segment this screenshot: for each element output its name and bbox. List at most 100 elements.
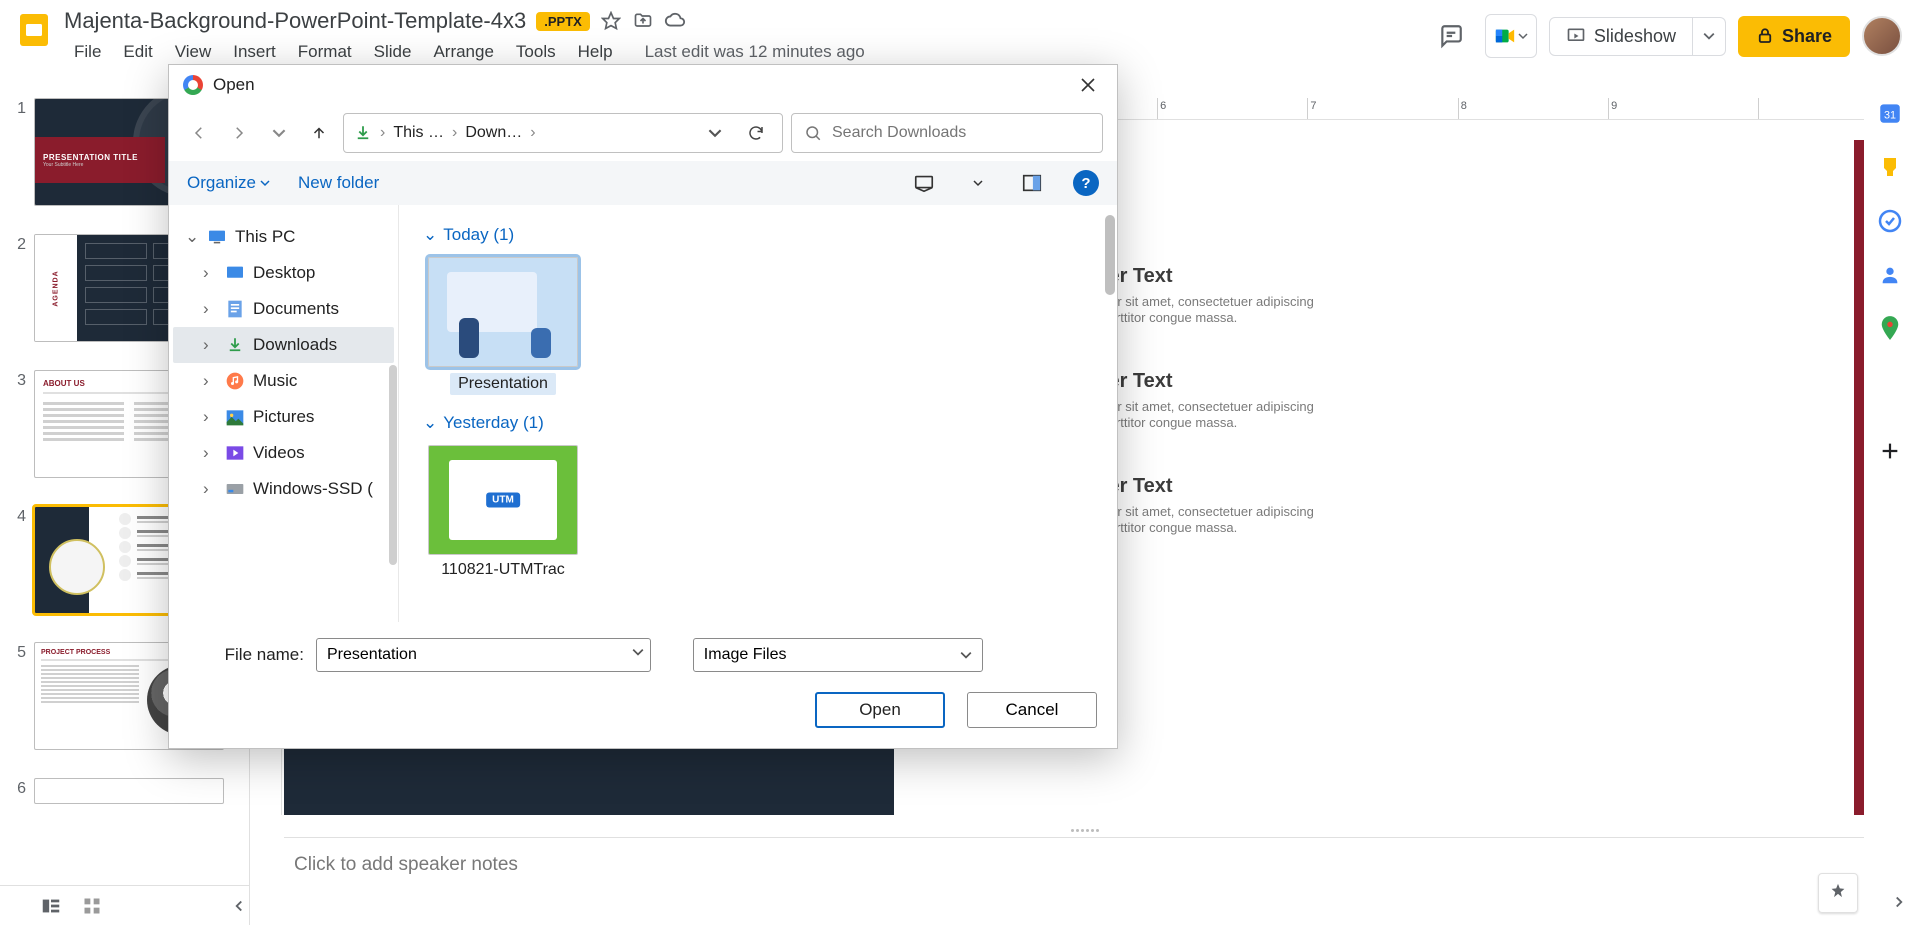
chevron-right-icon[interactable]: › (203, 335, 217, 355)
thumb-number: 5 (10, 642, 34, 662)
slideshow-dropdown-icon[interactable] (1693, 17, 1726, 56)
chevron-right-icon[interactable]: › (203, 299, 217, 319)
download-indicator-icon (354, 124, 372, 142)
pictures-icon (225, 407, 245, 427)
file-name-field[interactable] (327, 639, 618, 671)
maps-icon[interactable] (1877, 316, 1903, 342)
nav-forward-icon[interactable] (223, 117, 255, 149)
pc-icon (207, 227, 227, 247)
menu-file[interactable]: File (64, 38, 111, 66)
view-mode-icon[interactable] (911, 170, 937, 196)
tree-documents[interactable]: › Documents (173, 291, 394, 327)
file-item-presentation[interactable]: Presentation (423, 257, 583, 395)
nav-up-icon[interactable] (303, 117, 335, 149)
tree-downloads[interactable]: › Downloads (173, 327, 394, 363)
slideshow-button[interactable]: Slideshow (1549, 17, 1693, 56)
pptx-badge[interactable]: .PPTX (536, 12, 590, 31)
organize-button[interactable]: Organize (187, 173, 270, 193)
menu-tools[interactable]: Tools (506, 38, 566, 66)
tasks-icon[interactable] (1877, 208, 1903, 234)
share-button[interactable]: Share (1738, 16, 1850, 57)
slides-logo[interactable] (12, 8, 56, 52)
add-addon-icon[interactable] (1877, 438, 1903, 464)
group-today[interactable]: ⌄ Today (1) (423, 225, 1093, 245)
tree-this-pc[interactable]: ⌄ This PC (173, 219, 394, 255)
cancel-button[interactable]: Cancel (967, 692, 1097, 728)
explore-button[interactable] (1818, 873, 1858, 913)
calendar-icon[interactable]: 31 (1877, 100, 1903, 126)
new-folder-button[interactable]: New folder (298, 173, 379, 193)
chevron-right-icon[interactable]: › (203, 407, 217, 427)
chevron-right-icon[interactable]: › (203, 479, 217, 499)
thumb-number: 1 (10, 98, 34, 118)
expand-side-panel-icon[interactable] (1890, 893, 1908, 911)
breadcrumb[interactable]: › This … › Down… › (343, 113, 783, 153)
star-icon[interactable] (600, 10, 622, 32)
thumb-number: 3 (10, 370, 34, 390)
filmstrip-view-icon[interactable] (40, 895, 62, 917)
pane-drag-handle[interactable] (1065, 829, 1105, 835)
grid-view-icon[interactable] (82, 896, 102, 916)
chevron-right-icon[interactable]: › (203, 443, 217, 463)
file-thumbnail (428, 257, 578, 367)
chevron-down-icon[interactable]: ⌄ (185, 227, 199, 247)
crumb-this-pc[interactable]: This … (393, 124, 444, 142)
chevron-right-icon: › (452, 124, 457, 142)
thumb-number: 2 (10, 234, 34, 254)
contacts-icon[interactable] (1877, 262, 1903, 288)
menu-format[interactable]: Format (288, 38, 362, 66)
menu-view[interactable]: View (165, 38, 222, 66)
file-name-input[interactable] (316, 638, 651, 672)
speaker-notes[interactable]: Click to add speaker notes (284, 837, 1864, 907)
file-item-utm[interactable]: UTM 110821-UTMTrac (423, 445, 583, 579)
menu-arrange[interactable]: Arrange (423, 38, 503, 66)
search-input[interactable] (791, 113, 1103, 153)
tree-desktop[interactable]: › Desktop (173, 255, 394, 291)
thumb-number: 6 (10, 778, 34, 798)
file-name-label: 110821-UTMTrac (441, 561, 565, 579)
menu-insert[interactable]: Insert (223, 38, 286, 66)
crumb-downloads[interactable]: Down… (465, 124, 522, 142)
documents-icon (225, 299, 245, 319)
search-field[interactable] (832, 124, 1090, 142)
refresh-icon[interactable] (740, 124, 772, 142)
slide-thumb-6[interactable] (34, 778, 224, 804)
tree-videos[interactable]: › Videos (173, 435, 394, 471)
nav-back-icon[interactable] (183, 117, 215, 149)
chevron-right-icon[interactable]: › (203, 263, 217, 283)
files-scrollbar[interactable] (1105, 215, 1115, 295)
crumb-dropdown-icon[interactable] (708, 126, 732, 140)
view-dropdown-icon[interactable] (965, 170, 991, 196)
keep-icon[interactable] (1877, 154, 1903, 180)
menu-edit[interactable]: Edit (113, 38, 162, 66)
help-icon[interactable]: ? (1073, 170, 1099, 196)
account-avatar[interactable] (1862, 16, 1902, 56)
collapse-filmstrip-icon[interactable] (230, 897, 248, 915)
meet-button[interactable] (1485, 14, 1537, 58)
menu-help[interactable]: Help (568, 38, 623, 66)
comments-icon[interactable] (1429, 14, 1473, 58)
menu-slide[interactable]: Slide (364, 38, 422, 66)
group-yesterday[interactable]: ⌄ Yesterday (1) (423, 413, 1093, 433)
cloud-status-icon[interactable] (664, 10, 686, 32)
open-button[interactable]: Open (815, 692, 945, 728)
chevron-right-icon[interactable]: › (203, 371, 217, 391)
move-icon[interactable] (632, 10, 654, 32)
last-edit-text[interactable]: Last edit was 12 minutes ago (635, 38, 875, 66)
tree-pictures[interactable]: › Pictures (173, 399, 394, 435)
document-title[interactable]: Majenta-Background-PowerPoint-Template-4… (64, 8, 526, 34)
filename-dropdown-icon[interactable] (632, 646, 644, 658)
side-panel-icons: 31 (1868, 100, 1912, 464)
tree-windows-ssd[interactable]: › Windows-SSD ( (173, 471, 394, 507)
tree-scrollbar[interactable] (389, 365, 397, 565)
close-icon[interactable] (1073, 70, 1103, 100)
file-name-label: Presentation (450, 373, 556, 395)
preview-pane-icon[interactable] (1019, 170, 1045, 196)
dialog-title: Open (213, 75, 1073, 95)
tree-music[interactable]: › Music (173, 363, 394, 399)
chevron-right-icon: › (380, 124, 385, 142)
chevron-down-icon: ⌄ (423, 225, 437, 245)
app-header: Majenta-Background-PowerPoint-Template-4… (0, 0, 1920, 66)
file-type-select[interactable]: Image Files (693, 638, 983, 672)
nav-recent-icon[interactable] (263, 117, 295, 149)
